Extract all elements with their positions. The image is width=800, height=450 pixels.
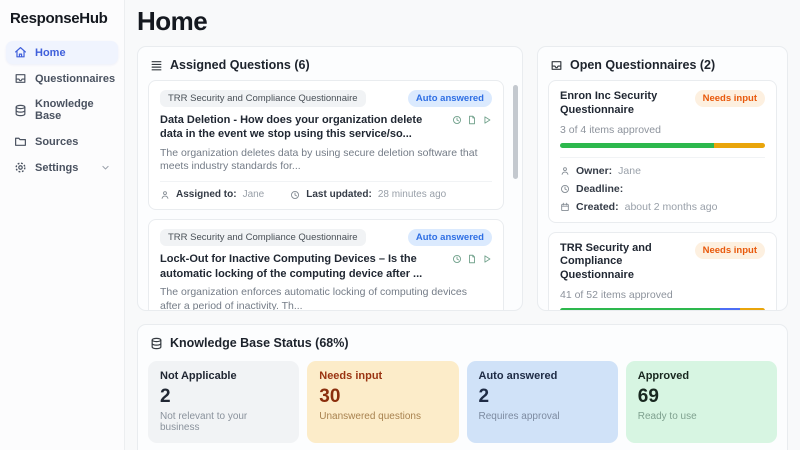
- sidebar-item-label: Knowledge Base: [35, 98, 110, 122]
- progress-bar: [560, 308, 765, 311]
- sidebar-item-home[interactable]: Home: [6, 41, 118, 64]
- stat-label: Auto answered: [479, 370, 606, 382]
- history-icon[interactable]: [452, 115, 462, 125]
- chevron-down-icon: [101, 163, 110, 172]
- status-badge: Needs input: [695, 90, 765, 107]
- question-title: Data Deletion - How does your organizati…: [160, 113, 444, 142]
- deadline-label: Deadline:: [576, 183, 623, 195]
- questionnaire-name: TRR Security and Compliance Questionnair…: [560, 242, 689, 283]
- stat-value: 30: [319, 386, 446, 408]
- created-label: Created:: [576, 201, 619, 213]
- question-title: Lock-Out for Inactive Computing Devices …: [160, 252, 444, 281]
- stat-label: Not Applicable: [160, 370, 287, 382]
- scrollbar-thumb[interactable]: [513, 85, 518, 179]
- sidebar-item-label: Questionnaires: [35, 73, 115, 85]
- last-updated-label: Last updated:: [306, 189, 372, 200]
- status-badge: Auto answered: [408, 90, 492, 107]
- status-badge: Auto answered: [408, 229, 492, 246]
- send-icon[interactable]: [482, 115, 492, 125]
- folder-icon: [14, 135, 27, 148]
- send-icon[interactable]: [482, 254, 492, 264]
- question-card[interactable]: TRR Security and Compliance Questionnair…: [148, 80, 504, 210]
- stat-value: 2: [479, 386, 606, 408]
- page-title: Home: [137, 6, 788, 37]
- inbox-icon: [550, 59, 563, 72]
- sidebar-item-label: Settings: [35, 162, 78, 174]
- panel-title: Knowledge Base Status (68%): [170, 336, 349, 350]
- document-icon[interactable]: [467, 115, 477, 125]
- stat-subtext: Requires approval: [479, 411, 606, 422]
- progress-segment-approved: [560, 143, 714, 148]
- stat-subtext: Ready to use: [638, 411, 765, 422]
- person-icon: [560, 166, 570, 176]
- inbox-icon: [14, 72, 27, 85]
- assigned-to-label: Assigned to:: [176, 189, 237, 200]
- created-value: about 2 months ago: [625, 201, 718, 213]
- stat-card-not-applicable[interactable]: Not Applicable 2 Not relevant to your bu…: [148, 361, 299, 443]
- history-icon[interactable]: [452, 254, 462, 264]
- panel-title: Assigned Questions (6): [170, 58, 310, 72]
- assignee-name: Jane: [243, 189, 265, 200]
- list-icon: [150, 59, 163, 72]
- knowledge-base-header: Knowledge Base Status (68%): [148, 334, 777, 358]
- clock-icon: [560, 184, 570, 194]
- progress-segment-auto: [720, 308, 741, 311]
- sidebar-nav: Home Questionnaires Knowledge Base Sourc…: [6, 41, 118, 179]
- stat-value: 2: [160, 386, 287, 408]
- questionnaire-card[interactable]: Enron Inc Security Questionnaire Needs i…: [548, 80, 777, 223]
- main-content: Home Assigned Questions (6) TRR Security…: [125, 0, 800, 450]
- answer-preview: The organization enforces automatic lock…: [160, 286, 490, 311]
- calendar-icon: [560, 202, 570, 212]
- stat-card-auto-answered[interactable]: Auto answered 2 Requires approval: [467, 361, 618, 443]
- assigned-questions-header: Assigned Questions (6): [148, 56, 512, 80]
- progress-segment-needs-input: [714, 143, 765, 148]
- person-icon: [160, 190, 170, 200]
- progress-text: 41 of 52 items approved: [560, 289, 765, 301]
- stat-label: Approved: [638, 370, 765, 382]
- progress-segment-needs-input: [740, 308, 765, 311]
- home-icon: [14, 46, 27, 59]
- sidebar-item-knowledge-base[interactable]: Knowledge Base: [6, 93, 118, 127]
- owner-value: Jane: [618, 165, 641, 177]
- document-icon[interactable]: [467, 254, 477, 264]
- panel-title: Open Questionnaires (2): [570, 58, 715, 72]
- status-badge: Needs input: [695, 242, 765, 259]
- assigned-questions-panel: Assigned Questions (6) TRR Security and …: [137, 46, 523, 311]
- questionnaire-name: Enron Inc Security Questionnaire: [560, 90, 689, 118]
- stat-subtext: Unanswered questions: [319, 411, 446, 422]
- questionnaire-chip: TRR Security and Compliance Questionnair…: [160, 90, 366, 107]
- sidebar-item-settings[interactable]: Settings: [6, 156, 118, 179]
- app-logo: ResponseHub: [6, 8, 118, 41]
- sidebar: ResponseHub Home Questionnaires Knowledg…: [0, 0, 125, 450]
- questionnaire-card[interactable]: TRR Security and Compliance Questionnair…: [548, 232, 777, 312]
- questionnaire-chip: TRR Security and Compliance Questionnair…: [160, 229, 366, 246]
- open-questionnaires-panel: Open Questionnaires (2) Enron Inc Securi…: [537, 46, 788, 311]
- open-questionnaires-header: Open Questionnaires (2): [548, 56, 777, 80]
- stat-subtext: Not relevant to your business: [160, 411, 287, 433]
- database-icon: [150, 337, 163, 350]
- last-updated-value: 28 minutes ago: [378, 189, 446, 200]
- knowledge-base-panel: Knowledge Base Status (68%) Not Applicab…: [137, 324, 788, 450]
- gear-icon: [14, 161, 27, 174]
- app-root: ResponseHub Home Questionnaires Knowledg…: [0, 0, 800, 450]
- stat-card-needs-input[interactable]: Needs input 30 Unanswered questions: [307, 361, 458, 443]
- sidebar-item-sources[interactable]: Sources: [6, 130, 118, 153]
- sidebar-item-label: Home: [35, 47, 66, 59]
- progress-segment-approved: [560, 308, 720, 311]
- stat-label: Needs input: [319, 370, 446, 382]
- owner-label: Owner:: [576, 165, 612, 177]
- stat-card-approved[interactable]: Approved 69 Ready to use: [626, 361, 777, 443]
- question-card[interactable]: TRR Security and Compliance Questionnair…: [148, 219, 504, 311]
- progress-bar: [560, 143, 765, 148]
- progress-text: 3 of 4 items approved: [560, 124, 765, 136]
- clock-icon: [290, 190, 300, 200]
- database-icon: [14, 104, 27, 117]
- sidebar-item-questionnaires[interactable]: Questionnaires: [6, 67, 118, 90]
- sidebar-item-label: Sources: [35, 136, 78, 148]
- answer-preview: The organization deletes data by using s…: [160, 147, 490, 175]
- stat-value: 69: [638, 386, 765, 408]
